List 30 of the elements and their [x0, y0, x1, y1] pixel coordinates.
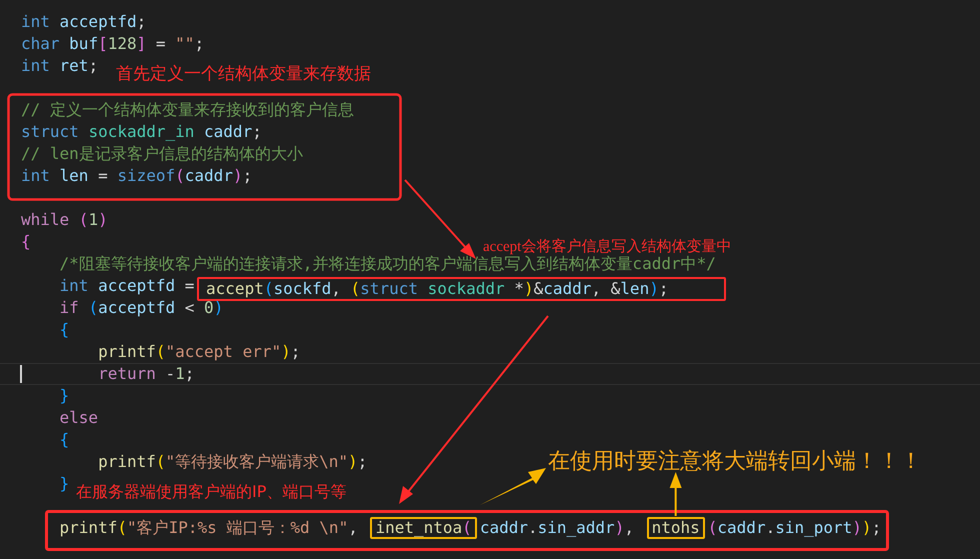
code-line: { [58, 319, 70, 341]
annotation-label: 首先定义一个结构体变量来存数据 [116, 63, 371, 85]
code-line: // len是记录客户信息的结构体的大小 [21, 143, 303, 165]
code-line: printf("客户IP:%s 端口号：%d \n", [58, 517, 359, 539]
code-line: return -1; [97, 363, 194, 385]
code-line: struct sockaddr_in caddr; [21, 121, 262, 143]
code-line: int acceptfd = [58, 275, 196, 297]
code-line: /*阻塞等待接收客户端的连接请求,并将连接成功的客户端信息写入到结构体变量caddr中*/ [58, 254, 716, 275]
code-line: // 定义一个结构体变量来存接收到的客户信息 [21, 99, 354, 121]
highlighted-code: accept(sockfd, (struct sockaddr *)&caddr, &len); [197, 277, 726, 301]
code-line: printf("accept err"); [97, 341, 300, 363]
annotation-label: 在服务器端使用客户端的IP、端口号等 [76, 482, 346, 503]
code-line: int ret; [21, 55, 98, 77]
code-line: { [21, 231, 31, 253]
code-line: } [58, 473, 70, 495]
annotation-label: 在使用时要注意将大端转回小端！！！ [548, 448, 922, 476]
code-line: caddr.sin_addr), [480, 517, 635, 539]
code-line: { [58, 429, 70, 451]
arrow [670, 472, 682, 516]
code-line: (caddr.sin_port)); [708, 517, 882, 539]
code-line: while (1) [21, 209, 108, 231]
highlighted-code: ntohs [646, 517, 705, 539]
annotation-label: accept会将客户信息写入结构体变量中 [483, 237, 732, 256]
code-line: } [58, 385, 70, 407]
code-line: int acceptfd; [21, 11, 146, 33]
code-line: char buf[128] = ""; [21, 33, 204, 55]
highlighted-code: inet_ntoa( [370, 517, 477, 539]
code-line: printf("等待接收客户端请求\n"); [97, 451, 368, 473]
code-line: int len = sizeof(caddr); [21, 165, 252, 187]
code-line: else [58, 407, 98, 429]
